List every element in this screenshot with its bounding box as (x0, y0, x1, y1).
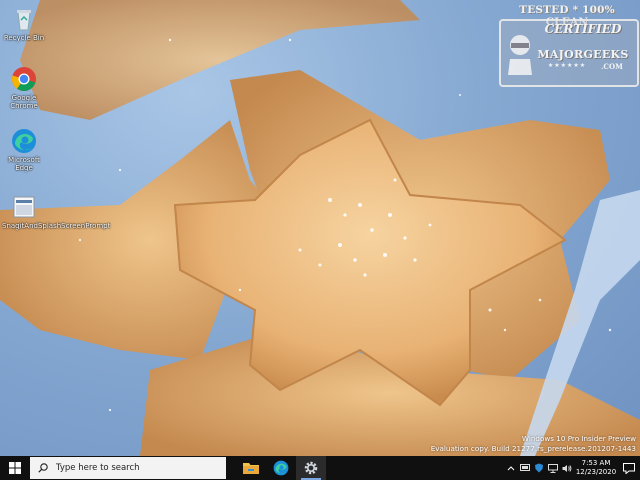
evaluation-line-1: Windows 10 Pro Insider Preview (521, 434, 636, 443)
tray-network[interactable] (546, 456, 560, 480)
evaluation-watermark: Windows 10 Pro Insider Preview Evaluatio… (431, 434, 636, 454)
watermark-brand-text: MAJORGEEKS (537, 48, 629, 61)
desktop-icon-snagit[interactable]: SnagitAndSplashScreenPrompt (2, 194, 110, 230)
monitor-icon (520, 464, 530, 471)
notification-icon (623, 462, 635, 474)
watermark-certified-text: CERTIFIED (544, 22, 622, 36)
desktop-icon-edge[interactable]: Microsoft Edge (2, 128, 46, 172)
desktop-icon-recycle-bin[interactable]: Recycle Bin (2, 6, 46, 42)
tray-app-2[interactable] (532, 456, 546, 480)
clock-date: 12/23/2020 (575, 468, 617, 476)
clock-time: 7:53 AM (581, 459, 611, 467)
gear-icon (304, 461, 318, 475)
tray-volume[interactable] (560, 456, 574, 480)
desktop-icon-label: Microsoft Edge (8, 156, 40, 172)
taskbar-file-explorer[interactable] (236, 456, 266, 480)
start-button[interactable] (0, 456, 30, 480)
edge-icon (11, 128, 37, 154)
windows-logo-icon (9, 462, 21, 474)
volume-icon (562, 464, 572, 472)
snagit-icon (11, 194, 37, 220)
watermark-stars: ★★★★★★ (547, 62, 587, 69)
edge-icon (273, 460, 289, 476)
desktop-icon-chrome[interactable]: Google Chrome (2, 66, 46, 110)
chevron-up-icon (507, 466, 515, 471)
network-icon (548, 463, 558, 473)
recycle-bin-icon (11, 6, 37, 32)
taskbar-edge[interactable] (266, 456, 296, 480)
desktop-icon-label: Google Chrome (10, 94, 38, 110)
tray-app-1[interactable] (518, 456, 532, 480)
desktop[interactable]: Recycle Bin Google Chrome Microsoft Edge (0, 0, 640, 456)
system-tray: 7:53 AM 12/23/2020 (504, 456, 640, 480)
taskbar-settings[interactable] (296, 456, 326, 480)
taskbar-clock[interactable]: 7:53 AM 12/23/2020 (574, 459, 618, 477)
taskbar-search-box[interactable]: Type here to search (30, 457, 226, 479)
search-placeholder: Type here to search (56, 463, 140, 473)
evaluation-line-2: Evaluation copy. Build 21277.rs_prerelea… (430, 444, 636, 453)
defender-shield-icon (535, 463, 543, 473)
chrome-icon (11, 66, 37, 92)
desktop-icon-label: Recycle Bin (3, 34, 45, 42)
desktop-icon-label: SnagitAndSplashScreenPrompt (2, 222, 110, 230)
taskbar: Type here to search 7:53 AM 12/23/2020 (0, 456, 640, 480)
majorgeeks-watermark: TESTED * 100% CLEAN CERTIFIED MAJORGEEKS… (497, 4, 639, 87)
action-center-button[interactable] (618, 456, 640, 480)
watermark-suffix: .COM (601, 62, 623, 71)
folder-icon (243, 463, 259, 474)
show-hidden-icons-button[interactable] (504, 456, 518, 480)
search-icon (38, 463, 48, 473)
